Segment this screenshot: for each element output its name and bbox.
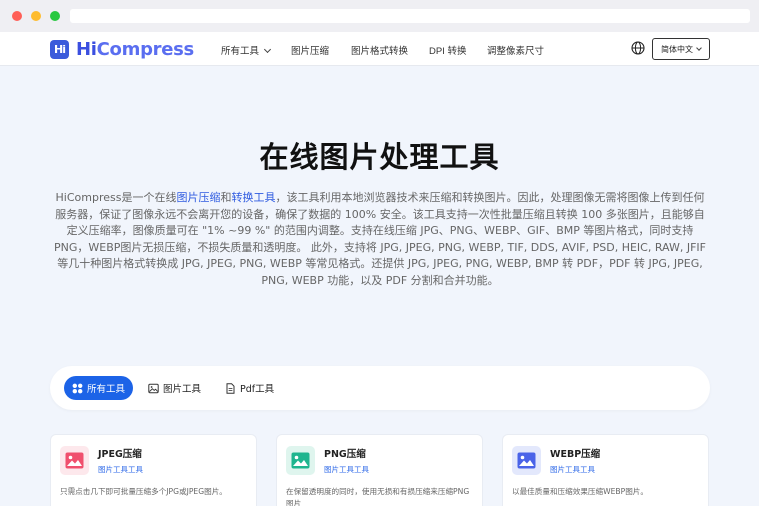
nav-all-tools[interactable]: 所有工具 — [221, 43, 272, 57]
close-window-button[interactable] — [12, 11, 22, 21]
nav-image-convert[interactable]: 图片格式转换 — [351, 43, 408, 57]
chevron-down-icon — [263, 45, 272, 54]
intro-text: HiCompress是一个在线图片压缩和转换工具，该工具利用本地浏览器技术来压缩… — [54, 191, 706, 287]
link-image-compress[interactable]: 图片压缩 — [176, 191, 220, 204]
image-icon — [286, 446, 315, 475]
image-icon — [512, 446, 541, 475]
nav-image-compress[interactable]: 图片压缩 — [291, 43, 329, 57]
document-icon — [226, 382, 235, 394]
page: Hi HiCompress 所有工具 图片压缩 图片格式转换 DPI 转换 调整… — [0, 32, 759, 506]
chevron-down-icon — [696, 45, 702, 51]
card-description: 在保留透明度的同时，使用无损和有损压缩来压缩PNG图片 — [286, 487, 470, 506]
tab-all-tools[interactable]: 所有工具 — [64, 376, 134, 400]
image-icon — [60, 446, 89, 475]
tab-pdf-tools[interactable]: Pdf工具 — [225, 376, 274, 400]
maximize-window-button[interactable] — [50, 11, 60, 21]
card-title: JPEG压缩 — [98, 449, 142, 460]
card-title: PNG压缩 — [324, 449, 366, 460]
tool-card-webp-compress[interactable]: WEBP压缩 图片工具工具 以最佳质量和压缩效果压缩WEBP图片。 — [502, 434, 709, 506]
tool-card-jpeg-compress[interactable]: JPEG压缩 图片工具工具 只需点击几下即可批量压缩多个JPG或JPEG图片。 — [50, 434, 257, 506]
globe-icon[interactable] — [631, 41, 645, 55]
site-logo[interactable]: Hi HiCompress — [50, 38, 194, 60]
card-description: 只需点击几下即可批量压缩多个JPG或JPEG图片。 — [60, 487, 227, 496]
nav-resize[interactable]: 调整像素尺寸 — [487, 43, 544, 57]
nav-dpi-convert[interactable]: DPI 转换 — [429, 43, 466, 57]
tab-image-tools[interactable]: 图片工具 — [148, 376, 201, 400]
image-icon — [148, 383, 159, 393]
card-category: 图片工具工具 — [550, 465, 595, 474]
address-bar[interactable] — [70, 9, 750, 23]
minimize-window-button[interactable] — [31, 11, 41, 21]
browser-chrome — [0, 0, 759, 32]
link-convert-tool[interactable]: 转换工具 — [231, 191, 275, 204]
card-category: 图片工具工具 — [324, 465, 369, 474]
logo-mark-icon: Hi — [50, 39, 69, 59]
tool-card-png-compress[interactable]: PNG压缩 图片工具工具 在保留透明度的同时，使用无损和有损压缩来压缩PNG图片 — [276, 434, 483, 506]
card-category: 图片工具工具 — [98, 465, 143, 474]
logo-text: HiCompress — [76, 38, 194, 60]
language-select[interactable]: 简体中文 — [652, 38, 710, 60]
page-title: 在线图片处理工具 — [259, 140, 500, 174]
card-description: 以最佳质量和压缩效果压缩WEBP图片。 — [512, 487, 648, 496]
grid-icon — [72, 383, 83, 393]
site-header: Hi HiCompress 所有工具 图片压缩 图片格式转换 DPI 转换 调整… — [0, 32, 759, 66]
card-title: WEBP压缩 — [550, 449, 601, 460]
tool-tabs: 所有工具 图片工具 Pdf工具 — [50, 366, 710, 410]
